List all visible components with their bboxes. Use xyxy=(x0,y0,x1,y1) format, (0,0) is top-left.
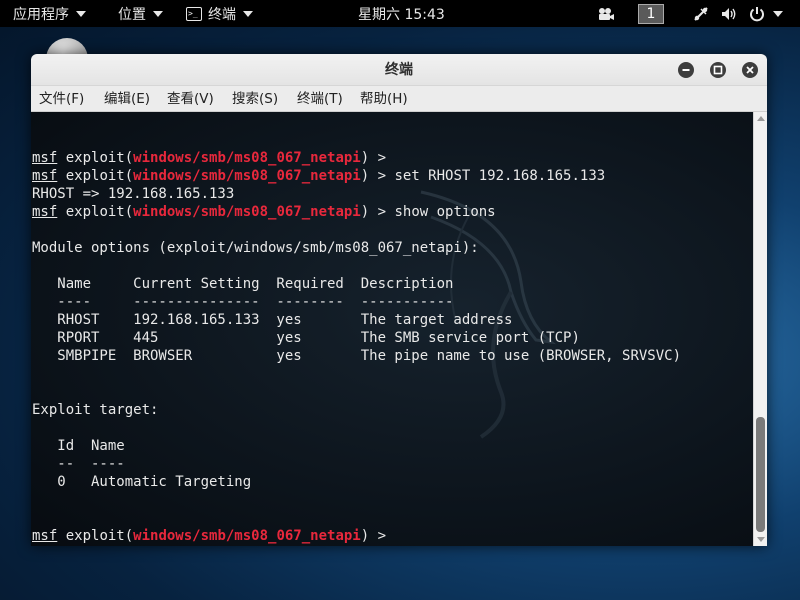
vertical-scrollbar[interactable] xyxy=(753,112,767,546)
volume-icon[interactable] xyxy=(720,0,738,27)
applications-menu[interactable]: 应用程序 xyxy=(13,0,86,27)
window-title: 终端 xyxy=(385,62,413,78)
prompt-end: ) > xyxy=(360,204,387,220)
clock[interactable]: 星期六 15:43 xyxy=(358,0,445,27)
command-text: set RHOST 192.168.165.133 xyxy=(386,168,606,184)
menu-bar: 文件(F) 编辑(E) 查看(V) 搜索(S) 终端(T) 帮助(H) xyxy=(31,86,767,112)
command-text: show options xyxy=(386,204,496,220)
output-line: Module options (exploit/windows/smb/ms08… xyxy=(32,240,479,256)
maximize-icon xyxy=(713,65,723,75)
prompt-end: ) > xyxy=(360,150,387,166)
table-row: SMBPIPE BROWSER yes The pipe name to use… xyxy=(32,348,682,364)
module-name: windows/smb/ms08_067_netapi xyxy=(133,528,361,544)
places-label: 位置 xyxy=(118,6,146,23)
scrollbar-thumb[interactable] xyxy=(756,417,765,532)
table-row: 0 Automatic Targeting xyxy=(32,474,252,490)
table-header: Name Current Setting Required Descriptio… xyxy=(32,276,454,292)
prompt-prefix: msf xyxy=(32,168,58,184)
minimize-button[interactable] xyxy=(678,62,694,78)
top-panel: 应用程序 位置 >_ 终端 星期六 15:43 1 xyxy=(0,0,800,27)
close-icon xyxy=(746,66,754,74)
chevron-down-icon xyxy=(243,10,253,17)
prompt-prefix: msf xyxy=(32,528,58,544)
prompt-line: msf exploit(windows/smb/ms08_067_netapi)… xyxy=(32,527,386,545)
maximize-button[interactable] xyxy=(710,62,726,78)
prompt-mid: exploit( xyxy=(57,150,134,166)
prompt-line: msf exploit(windows/smb/ms08_067_netapi)… xyxy=(32,203,496,221)
prompt-mid: exploit( xyxy=(57,204,134,220)
minimize-icon xyxy=(682,69,690,71)
menu-edit[interactable]: 编辑(E) xyxy=(104,86,150,112)
places-menu[interactable]: 位置 xyxy=(118,0,163,27)
table-header: Id Name xyxy=(32,438,125,454)
close-button[interactable] xyxy=(742,62,758,78)
terminal-window: 终端 文件(F) 编辑(E) 查看(V) 搜索(S) 终端(T) 帮助(H) m… xyxy=(31,54,767,546)
video-icon[interactable] xyxy=(597,0,615,27)
prompt-mid: exploit( xyxy=(57,168,134,184)
active-app-menu[interactable]: >_ 终端 xyxy=(186,0,253,27)
table-row: RHOST 192.168.165.133 yes The target add… xyxy=(32,312,513,328)
table-separator: -- ---- xyxy=(32,456,125,472)
terminal-icon: >_ xyxy=(186,6,202,21)
menu-search[interactable]: 搜索(S) xyxy=(232,86,278,112)
terminal-output[interactable]: msf exploit(windows/smb/ms08_067_netapi)… xyxy=(31,112,753,546)
menu-terminal[interactable]: 终端(T) xyxy=(297,86,343,112)
prompt-prefix: msf xyxy=(32,150,58,166)
table-row: RPORT 445 yes The SMB service port (TCP) xyxy=(32,330,580,346)
prompt-line: msf exploit(windows/smb/ms08_067_netapi)… xyxy=(32,149,386,167)
chevron-down-icon xyxy=(773,10,783,17)
clock-label: 星期六 15:43 xyxy=(358,6,445,23)
output-line: RHOST => 192.168.165.133 xyxy=(32,186,235,202)
module-name: windows/smb/ms08_067_netapi xyxy=(133,204,361,220)
output-line: Exploit target: xyxy=(32,402,159,418)
table-separator: ---- --------------- -------- ----------… xyxy=(32,294,454,310)
power-menu[interactable] xyxy=(748,0,783,27)
prompt-end: ) > xyxy=(360,528,387,544)
prompt-mid: exploit( xyxy=(57,528,134,544)
module-name: windows/smb/ms08_067_netapi xyxy=(133,168,361,184)
power-icon xyxy=(750,6,764,21)
prompt-prefix: msf xyxy=(32,204,58,220)
menu-file[interactable]: 文件(F) xyxy=(39,86,84,112)
module-name: windows/smb/ms08_067_netapi xyxy=(133,150,361,166)
workspace-number: 1 xyxy=(638,3,664,24)
chevron-down-icon xyxy=(76,10,86,17)
scroll-down-icon[interactable] xyxy=(757,537,765,542)
menu-view[interactable]: 查看(V) xyxy=(167,86,214,112)
scroll-up-icon[interactable] xyxy=(757,116,765,121)
active-app-label: 终端 xyxy=(208,6,236,23)
menu-help[interactable]: 帮助(H) xyxy=(360,86,408,112)
title-bar[interactable]: 终端 xyxy=(31,54,767,86)
workspace-indicator[interactable]: 1 xyxy=(638,0,664,27)
prompt-line: msf exploit(windows/smb/ms08_067_netapi)… xyxy=(32,167,605,185)
applications-label: 应用程序 xyxy=(13,6,69,23)
chevron-down-icon xyxy=(153,10,163,17)
network-icon[interactable] xyxy=(692,0,710,27)
prompt-end: ) > xyxy=(360,168,387,184)
